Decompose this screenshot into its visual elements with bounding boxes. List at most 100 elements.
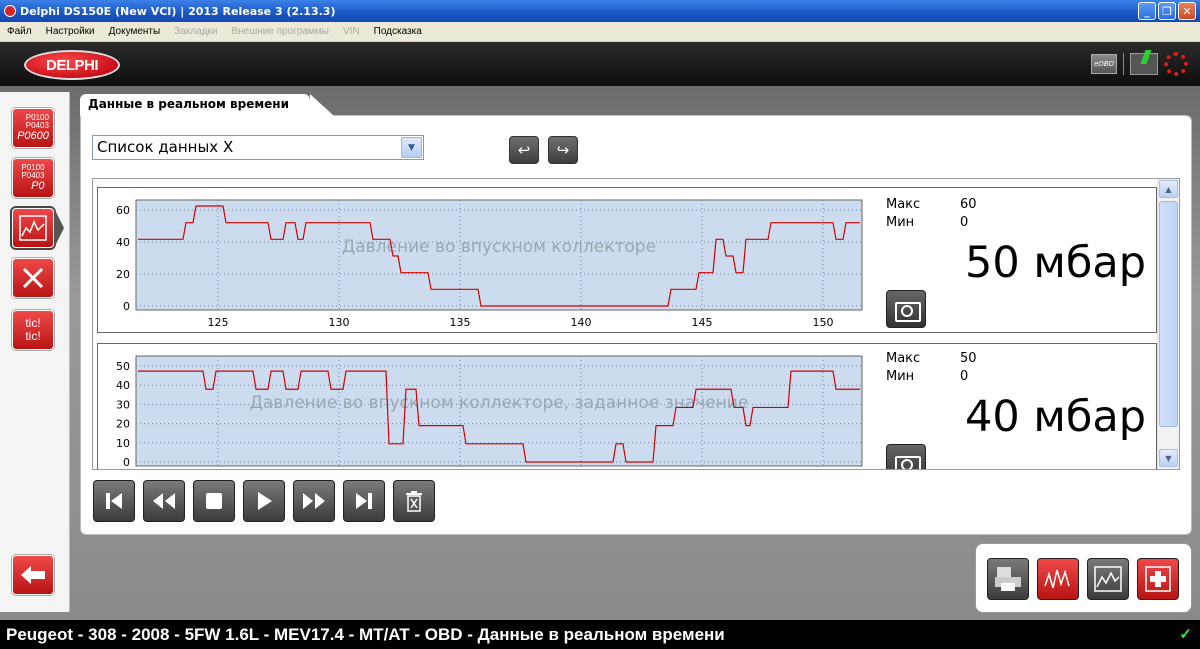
graph-1-max-label: Макс <box>886 197 921 212</box>
x-tick-label: 135 <box>450 316 471 329</box>
y-tick-label: 0 <box>123 300 130 313</box>
y-tick-label: 40 <box>116 379 130 392</box>
redo-arrow-icon: ↪ <box>556 141 570 159</box>
vehicle-info: Peugeot - 308 - 2008 - 5FW 1.6L - MEV17.… <box>6 625 725 644</box>
rewind-button[interactable] <box>143 480 185 522</box>
undo-arrow-icon: ↩ <box>517 141 531 159</box>
next-list-button[interactable]: ↪ <box>548 136 578 164</box>
fast-forward-button[interactable] <box>293 480 335 522</box>
graph-list[interactable]: 60 40 20 0 125 130 135 140 145 150 Давление во впу… <box>92 178 1180 470</box>
graph-2-max-value: 50 <box>960 351 977 366</box>
skip-start-icon <box>106 493 122 509</box>
service-tools-button[interactable] <box>12 258 54 298</box>
skip-to-start-button[interactable] <box>93 480 135 522</box>
x-tick-label: 140 <box>571 316 592 329</box>
skip-end-icon <box>356 493 372 509</box>
graph-1-stats: Макс 60 Мин 0 <box>886 196 977 232</box>
menu-bar: Файл Настройки Документы Закладки Внешни… <box>0 22 1200 42</box>
clear-dtc-button[interactable]: P0100 P0403 P0 <box>12 158 54 198</box>
dtc-icon: P0100 P0403 P0600 <box>17 112 49 142</box>
trash-icon <box>406 491 422 512</box>
y-tick-label: 60 <box>116 204 130 217</box>
units-button[interactable] <box>1037 558 1079 600</box>
y-tick-label: 50 <box>116 360 130 373</box>
stop-icon <box>206 493 222 509</box>
graph-2-chart: 50403020100125130135140145150Давление во… <box>116 355 863 469</box>
play-button[interactable] <box>243 480 285 522</box>
close-button[interactable]: ✕ <box>1178 2 1196 20</box>
data-list-select[interactable]: Список данных X ▼ <box>92 135 424 160</box>
scroll-up-button[interactable]: ▲ <box>1159 180 1178 198</box>
stop-button[interactable] <box>193 480 235 522</box>
graph-1-max-value: 60 <box>960 197 977 212</box>
graph-list-scrollbar[interactable]: ▲ ▼ <box>1157 179 1179 469</box>
vci-connection-icon[interactable] <box>1130 53 1158 75</box>
graph-title: Давление во впускном коллекторе, заданно… <box>250 393 749 413</box>
status-ok-icon: ✓ <box>1179 626 1192 643</box>
menu-bookmarks[interactable]: Закладки <box>167 26 224 37</box>
x-tick-label: 125 <box>208 316 229 329</box>
actuator-test-button[interactable]: tic! tic! <box>12 310 54 350</box>
previous-list-button[interactable]: ↩ <box>509 136 539 164</box>
units-icon <box>1044 569 1070 589</box>
window-title-bar: Delphi DS150E (New VCI) | 2013 Release 3… <box>0 0 1200 22</box>
graph-1-min-value: 0 <box>960 215 969 230</box>
graph-panel-2: 50403020100125130135140145150Давление во… <box>97 343 1157 469</box>
menu-file[interactable]: Файл <box>0 26 39 37</box>
data-list-select-value: Список данных X <box>97 138 234 156</box>
menu-documents[interactable]: Документы <box>102 26 168 37</box>
play-icon <box>258 492 272 510</box>
menu-settings[interactable]: Настройки <box>39 26 102 37</box>
dtc-clear-icon: P0100 P0403 P0 <box>21 162 45 192</box>
tab-live-data[interactable]: Данные в реальном времени <box>80 94 334 116</box>
maximize-button[interactable]: ❐ <box>1158 2 1176 20</box>
read-dtc-button[interactable]: P0100 P0403 P0600 <box>12 108 54 148</box>
app-icon <box>4 5 16 17</box>
y-tick-label: 0 <box>123 456 130 469</box>
graph-2-min-label: Мин <box>886 369 915 384</box>
graph-1-snapshot-button[interactable] <box>886 290 926 328</box>
graph-1-min-label: Мин <box>886 215 915 230</box>
scroll-thumb[interactable] <box>1159 201 1178 427</box>
back-button[interactable] <box>12 555 54 595</box>
x-tick-label: 145 <box>692 316 713 329</box>
menu-help[interactable]: Подсказка <box>367 26 429 37</box>
y-tick-label: 40 <box>116 236 130 249</box>
y-tick-label: 10 <box>116 437 130 450</box>
live-data-button[interactable] <box>12 208 54 248</box>
printer-icon <box>995 567 1021 591</box>
status-bar: Peugeot - 308 - 2008 - 5FW 1.6L - MEV17.… <box>0 622 1200 649</box>
header-icons: eOBD <box>1091 52 1188 76</box>
activity-spinner-icon <box>1164 52 1188 76</box>
header-divider <box>1123 53 1124 75</box>
graph-1-current-value: 50 мбар <box>965 238 1146 288</box>
graph-view-icon <box>1094 566 1122 592</box>
add-parameter-button[interactable] <box>1137 558 1179 600</box>
fast-forward-icon <box>303 493 325 509</box>
add-parameter-icon <box>1145 566 1171 592</box>
menu-vin[interactable]: VIN <box>336 26 367 37</box>
eobd-icon[interactable]: eOBD <box>1091 54 1117 74</box>
scroll-down-button[interactable]: ▼ <box>1159 449 1178 467</box>
graph-2-current-value: 40 мбар <box>965 392 1146 442</box>
menu-external-programs[interactable]: Внешние программы <box>224 26 335 37</box>
graph-view-button[interactable] <box>1087 558 1129 600</box>
delete-recording-button[interactable] <box>393 480 435 522</box>
window-title: Delphi DS150E (New VCI) | 2013 Release 3… <box>20 4 336 18</box>
rewind-icon <box>153 493 175 509</box>
chevron-down-icon[interactable]: ▼ <box>401 137 422 158</box>
back-arrow-icon <box>21 566 45 584</box>
x-tick-label: 130 <box>329 316 350 329</box>
y-tick-label: 20 <box>116 268 130 281</box>
minimize-button[interactable]: _ <box>1138 2 1156 20</box>
y-tick-label: 20 <box>116 418 130 431</box>
y-tick-label: 30 <box>116 398 130 411</box>
graph-2-snapshot-button[interactable] <box>886 444 926 469</box>
live-data-icon <box>19 215 47 241</box>
bottom-tool-group <box>975 543 1192 613</box>
skip-to-end-button[interactable] <box>343 480 385 522</box>
graph-panel-1: 60 40 20 0 125 130 135 140 145 150 Давление во впу… <box>97 187 1157 333</box>
x-tick-label: 150 <box>813 316 834 329</box>
tic-tic-icon: tic! tic! <box>25 315 41 343</box>
print-button[interactable] <box>987 558 1029 600</box>
